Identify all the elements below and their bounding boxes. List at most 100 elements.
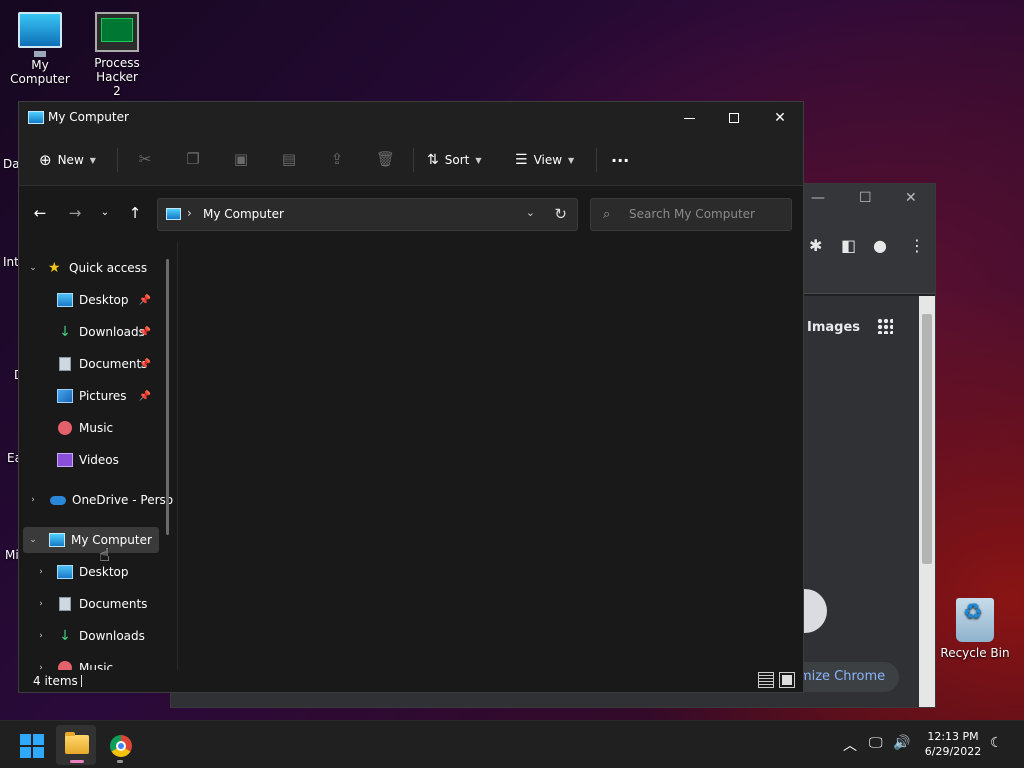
computer-icon: [28, 111, 44, 124]
taskbar-chrome[interactable]: [100, 725, 140, 765]
minimize-icon[interactable]: —: [811, 190, 825, 206]
pin-icon: 📌: [138, 294, 151, 306]
video-icon: [57, 453, 73, 467]
taskbar-file-explorer[interactable]: [56, 725, 96, 765]
nav-item-downloads[interactable]: ↓ Downloads 📌: [57, 319, 157, 345]
chevron-right-icon[interactable]: ›: [34, 599, 48, 609]
search-box[interactable]: ⌕: [590, 198, 792, 231]
google-apps-icon[interactable]: [877, 318, 893, 334]
extensions-icon[interactable]: ✱: [809, 236, 822, 255]
nav-label: OneDrive - Perso: [72, 493, 174, 507]
nav-label: Documents: [79, 597, 148, 611]
nav-item-music[interactable]: Music: [57, 415, 157, 441]
images-link[interactable]: Images: [807, 320, 860, 335]
nav-item-pictures[interactable]: Pictures 📌: [57, 383, 157, 409]
back-button[interactable]: ←: [30, 204, 50, 222]
focus-assist-icon[interactable]: ☾: [990, 735, 1003, 751]
delete-icon[interactable]: 🗑: [376, 150, 395, 168]
chevron-right-icon[interactable]: ›: [26, 495, 40, 505]
process-hacker-icon: [95, 12, 139, 52]
pane-divider[interactable]: [177, 242, 178, 672]
chrome-scrollbar[interactable]: [919, 296, 935, 707]
running-indicator: [117, 760, 123, 763]
nav-item-desktop[interactable]: Desktop 📌: [57, 287, 157, 313]
active-indicator: [70, 760, 84, 763]
divider: [117, 148, 118, 172]
rename-icon[interactable]: ▤: [280, 150, 298, 168]
chevron-down-icon[interactable]: ⌄: [26, 535, 40, 545]
more-options-button[interactable]: ···: [611, 148, 629, 172]
desktop-icon-label: Process Hacker 2: [94, 56, 140, 98]
nav-label: Videos: [79, 453, 119, 467]
nav-onedrive[interactable]: › OneDrive - Perso: [26, 487, 179, 513]
nav-label: Music: [79, 421, 114, 435]
nav-label: My Computer: [71, 533, 152, 547]
chevron-right-icon[interactable]: ›: [34, 631, 48, 641]
refresh-icon[interactable]: ↻: [554, 205, 567, 223]
chevron-right-icon[interactable]: ›: [187, 206, 192, 220]
nav-scrollbar[interactable]: [166, 259, 169, 535]
navigation-pane[interactable]: ⌄ ★ Quick access Desktop 📌 ↓ Downloads 📌…: [19, 242, 179, 672]
chevron-down-icon: ▼: [568, 155, 575, 165]
chrome-menu-icon[interactable]: ⋮: [909, 236, 925, 255]
recent-locations-button[interactable]: ⌄: [95, 207, 115, 218]
network-icon[interactable]: 🖵: [869, 735, 883, 751]
details-view-icon[interactable]: [758, 672, 774, 688]
large-icons-view-icon[interactable]: [779, 672, 795, 688]
profile-icon[interactable]: ●: [873, 236, 887, 255]
desktop-icon-my-computer[interactable]: My Computer: [0, 12, 80, 86]
document-icon: [59, 597, 71, 611]
computer-icon: [166, 208, 181, 220]
sort-icon: ⇅: [427, 152, 439, 168]
star-icon: ★: [48, 260, 61, 276]
volume-icon[interactable]: 🔊: [893, 735, 910, 751]
view-button[interactable]: ☰ View ▼: [515, 148, 574, 172]
desktop-icon-label: Recycle Bin: [940, 646, 1010, 660]
new-button[interactable]: ⊕ New ▼: [39, 148, 96, 172]
maximize-icon[interactable]: ☐: [859, 190, 872, 206]
explorer-titlebar[interactable]: My Computer ✕: [19, 102, 803, 134]
nav-label: Quick access: [69, 261, 148, 275]
nav-pc-downloads[interactable]: › ↓ Downloads: [34, 623, 164, 649]
file-list-area[interactable]: [179, 242, 803, 672]
close-button[interactable]: ✕: [757, 102, 803, 134]
cut-icon[interactable]: ✂: [136, 150, 154, 168]
maximize-icon: [729, 113, 739, 123]
music-icon: [58, 421, 72, 435]
nav-pc-documents[interactable]: › Documents: [34, 591, 164, 617]
minimize-button[interactable]: [666, 102, 712, 134]
nav-item-videos[interactable]: Videos: [57, 447, 157, 473]
start-button[interactable]: [20, 734, 44, 758]
chevron-down-icon: ▼: [89, 155, 96, 165]
chevron-down-icon[interactable]: ⌄: [526, 206, 535, 219]
nav-my-computer[interactable]: ⌄ My Computer: [23, 527, 159, 553]
up-button[interactable]: ↑: [125, 204, 145, 222]
search-input[interactable]: [629, 207, 784, 221]
show-hidden-icons-icon[interactable]: ︿: [843, 735, 857, 755]
forward-button[interactable]: →: [65, 204, 85, 222]
sort-button[interactable]: ⇅ Sort ▼: [427, 148, 482, 172]
status-divider: [81, 675, 82, 687]
address-path[interactable]: My Computer: [203, 207, 284, 221]
chevron-down-icon[interactable]: ⌄: [26, 263, 40, 273]
clock[interactable]: 12:13 PM 6/29/2022: [918, 729, 988, 759]
scrollbar-thumb[interactable]: [922, 314, 932, 564]
nav-label: Downloads: [79, 325, 145, 339]
maximize-button[interactable]: [711, 102, 757, 134]
computer-icon: [49, 533, 65, 547]
address-bar[interactable]: › My Computer ⌄ ↻: [157, 198, 578, 231]
file-explorer-window[interactable]: My Computer ✕ ⊕ New ▼ ✂ ❐ ▣ ▤ ⇪ 🗑 ⇅ Sort…: [18, 101, 804, 693]
item-count: 4 items: [33, 674, 78, 688]
nav-item-documents[interactable]: Documents 📌: [57, 351, 157, 377]
chevron-right-icon[interactable]: ›: [34, 567, 48, 577]
nav-quick-access[interactable]: ⌄ ★ Quick access: [26, 255, 179, 281]
share-icon[interactable]: ⇪: [328, 150, 346, 168]
desktop-icon-process-hacker[interactable]: Process Hacker 2: [77, 12, 157, 98]
desktop-icon-recycle-bin[interactable]: Recycle Bin: [935, 598, 1015, 660]
download-icon: ↓: [59, 628, 71, 644]
close-icon[interactable]: ✕: [905, 190, 917, 206]
copy-icon[interactable]: ❐: [184, 150, 202, 168]
side-panel-icon[interactable]: ◧: [841, 236, 856, 255]
recycle-bin-icon: [956, 598, 994, 642]
paste-icon[interactable]: ▣: [232, 150, 250, 168]
